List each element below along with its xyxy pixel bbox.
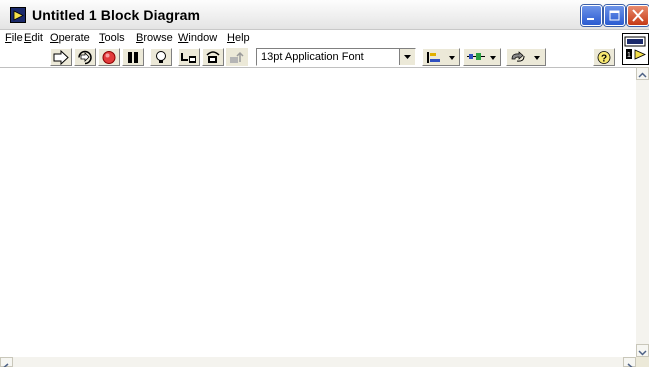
distribute-objects-button[interactable] [463, 48, 501, 66]
menu-help[interactable]: Help [227, 32, 250, 44]
menu-file-label: ile [11, 32, 23, 44]
run-continuously-icon [78, 50, 92, 65]
horizontal-scrollbar[interactable] [0, 357, 636, 367]
menu-tools-label: ools [104, 32, 125, 44]
run-arrow-icon [53, 50, 69, 65]
step-into-button[interactable] [178, 48, 200, 66]
menu-bar: File Edit Operate Tools Browse Window He… [0, 30, 620, 47]
minimize-icon [587, 18, 594, 20]
run-continuously-button[interactable] [74, 48, 96, 66]
run-button[interactable] [50, 48, 72, 66]
scroll-right-button[interactable] [623, 357, 636, 367]
step-over-icon [206, 51, 220, 63]
menu-window-mnemonic: W [178, 32, 189, 44]
labview-vi-icon [10, 7, 26, 23]
highlight-execution-icon [156, 51, 166, 63]
highlight-execution-button[interactable] [150, 48, 172, 66]
menu-operate[interactable]: Operate [50, 32, 90, 44]
close-icon [632, 9, 644, 22]
step-into-icon [181, 53, 196, 63]
menu-operate-label: perate [58, 32, 90, 44]
step-over-button[interactable] [202, 48, 224, 66]
menu-browse[interactable]: Browse [136, 32, 173, 44]
abort-icon [102, 51, 116, 64]
step-out-icon [230, 51, 244, 63]
title-bar[interactable]: Untitled 1 Block Diagram [0, 0, 649, 30]
menu-tools[interactable]: Tools [99, 32, 125, 44]
align-objects-button[interactable] [422, 48, 460, 66]
chevron-left-icon [3, 363, 9, 367]
context-help-button[interactable]: ? [593, 48, 615, 66]
menu-help-label: elp [234, 32, 250, 44]
vi-icon-area: 1 [620, 30, 649, 67]
align-objects-icon [427, 52, 455, 63]
menu-window-label: indow [188, 32, 218, 44]
pause-button[interactable] [122, 48, 144, 66]
chevron-up-icon [638, 72, 647, 78]
scrollbar-corner [636, 357, 649, 367]
maximize-button[interactable] [604, 5, 625, 26]
window-title: Untitled 1 Block Diagram [32, 7, 201, 23]
menu-browse-label: rowse [143, 32, 173, 44]
close-button[interactable] [627, 5, 649, 26]
menu-operate-mnemonic: O [50, 32, 59, 44]
menu-file-mnemonic: F [5, 32, 12, 44]
step-out-button[interactable] [226, 48, 248, 66]
menu-edit-label: dit [31, 32, 43, 44]
menu-window[interactable]: Window [178, 32, 217, 44]
menu-file[interactable]: File [5, 32, 23, 44]
chevron-down-icon [399, 49, 415, 65]
scroll-up-button[interactable] [636, 67, 649, 80]
block-diagram-canvas[interactable] [0, 67, 636, 357]
abort-button[interactable] [98, 48, 120, 66]
chevron-right-icon [627, 363, 633, 367]
text-settings-ring[interactable]: 13pt Application Font [256, 48, 416, 66]
distribute-objects-icon [467, 53, 496, 60]
pause-icon [128, 52, 138, 63]
reorder-button[interactable] [506, 48, 546, 66]
menu-edit[interactable]: Edit [24, 32, 43, 44]
vi-icon[interactable]: 1 [622, 33, 649, 65]
toolbar: 13pt Application Font ? [0, 47, 620, 67]
minimize-button[interactable] [581, 5, 602, 26]
font-ring-value: 13pt Application Font [261, 51, 364, 63]
reorder-icon [511, 51, 540, 62]
scroll-left-button[interactable] [0, 357, 13, 367]
vertical-scrollbar[interactable] [636, 67, 649, 357]
svg-text:?: ? [601, 54, 607, 65]
scroll-down-button[interactable] [636, 344, 649, 357]
menu-help-mnemonic: H [227, 32, 235, 44]
block-diagram-window: Untitled 1 Block Diagram File Edit Opera… [0, 0, 649, 367]
maximize-icon [609, 10, 620, 21]
svg-text:1: 1 [627, 52, 631, 59]
context-help-icon: ? [597, 51, 611, 65]
